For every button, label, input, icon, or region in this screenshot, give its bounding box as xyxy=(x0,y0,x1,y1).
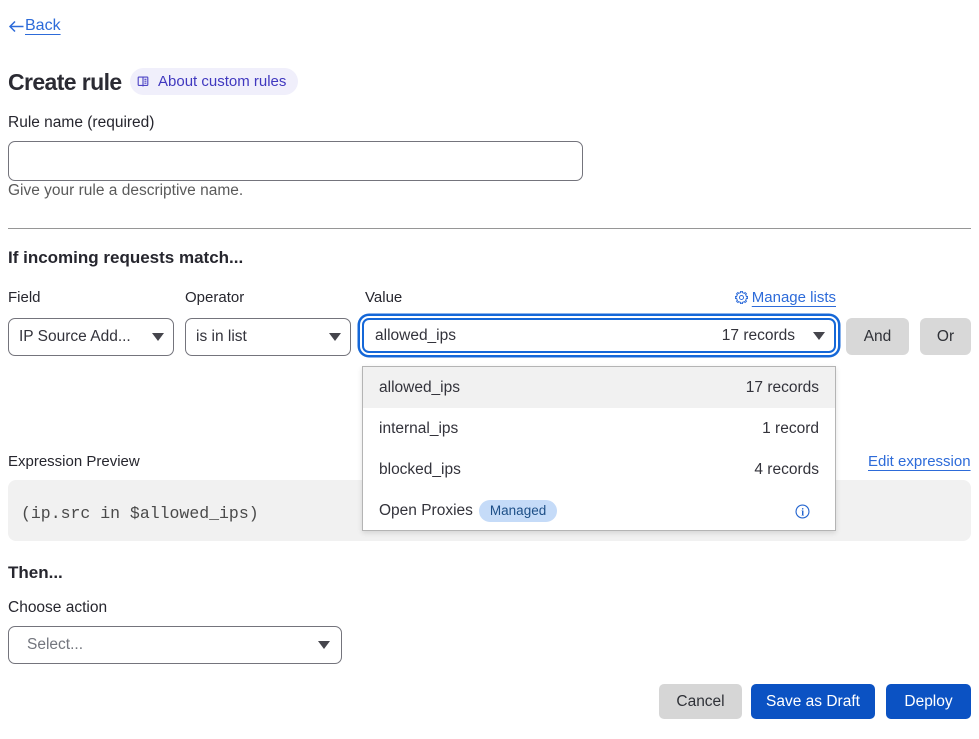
svg-text:i: i xyxy=(801,507,804,518)
